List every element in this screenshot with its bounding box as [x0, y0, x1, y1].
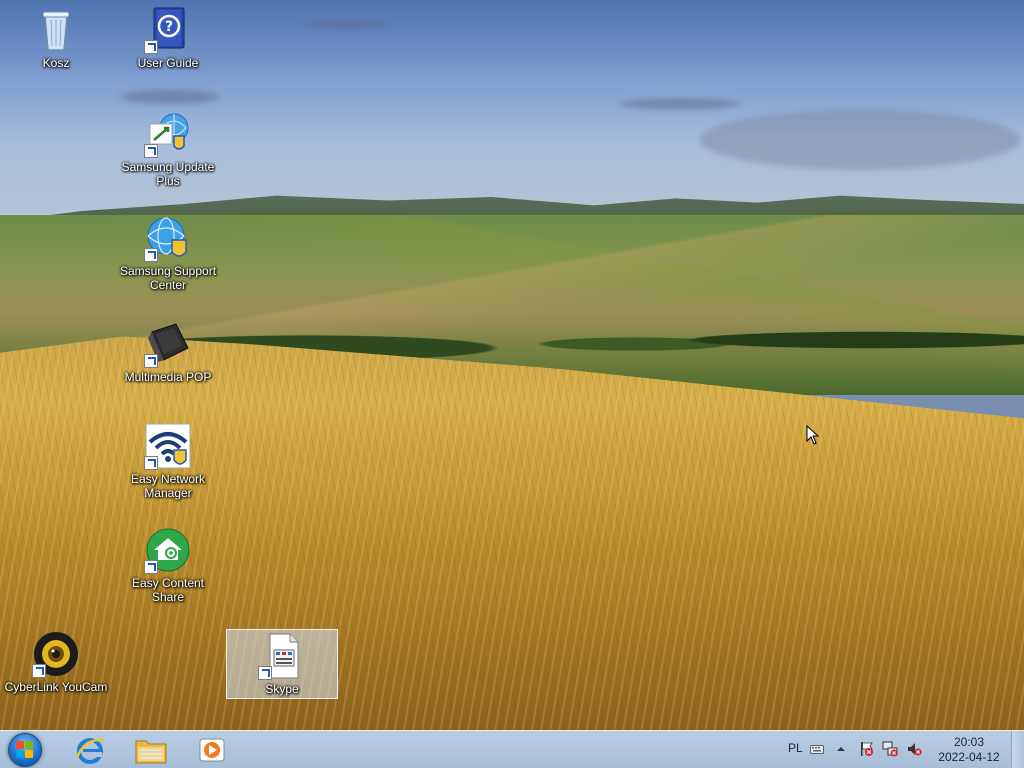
shortcut-arrow-icon — [144, 248, 158, 262]
show-hidden-icons-icon[interactable] — [836, 744, 846, 754]
desktop-icon-skype[interactable]: Skype — [226, 629, 338, 699]
taskbar-media-player[interactable] — [188, 733, 236, 767]
taskbar-clock[interactable]: 20:03 2022-04-12 — [928, 735, 1010, 765]
desktop-icon-user-guide[interactable]: ? User Guide — [116, 6, 220, 70]
wallpaper-cloud — [300, 20, 390, 28]
network-icon[interactable] — [882, 741, 898, 757]
show-desktop-button[interactable] — [1011, 731, 1024, 768]
shortcut-arrow-icon — [144, 560, 158, 574]
desktop-icon-label: Kosz — [42, 56, 70, 70]
desktop-icon-label: Multimedia POP — [124, 370, 212, 384]
windows-start-icon — [16, 741, 34, 759]
language-indicator[interactable]: PL — [788, 741, 803, 755]
wallpaper-cloud — [620, 98, 740, 110]
desktop-icon-youcam[interactable]: CyberLink YouCam — [4, 630, 108, 694]
start-button[interactable] — [6, 732, 46, 768]
desktop-icon-network-manager[interactable]: Easy Network Manager — [116, 422, 220, 500]
desktop-icon-recycle-bin[interactable]: Kosz — [4, 6, 108, 70]
desktop-icon-label: Samsung Update Plus — [121, 160, 215, 188]
desktop-icon-samsung-support[interactable]: Samsung Support Center — [116, 214, 220, 292]
wallpaper-cloud — [120, 90, 220, 104]
desktop-icon-label: Easy Content Share — [131, 576, 205, 604]
samsung-update-icon — [144, 110, 192, 158]
desktop-icon-content-share[interactable]: Easy Content Share — [116, 526, 220, 604]
desktop-icon-multimedia-pop[interactable]: Multimedia POP — [116, 320, 220, 384]
user-guide-icon: ? — [144, 6, 192, 54]
action-center-flag-icon[interactable] — [858, 741, 874, 757]
samsung-support-icon — [144, 214, 192, 262]
skype-file-icon — [258, 632, 306, 680]
webcam-icon — [32, 630, 80, 678]
shortcut-arrow-icon — [258, 666, 272, 680]
desktop-icon-label: User Guide — [137, 56, 199, 70]
desktop-icon-label: Samsung Support Center — [119, 264, 217, 292]
keyboard-icon[interactable] — [810, 743, 824, 755]
mouse-cursor-icon — [806, 425, 820, 445]
taskbar-internet-explorer[interactable] — [66, 733, 114, 767]
desktop-icon-label: Easy Network Manager — [130, 472, 206, 500]
volume-muted-icon[interactable] — [906, 741, 922, 757]
taskbar-file-explorer[interactable] — [127, 733, 175, 767]
desktop-icon-label: Skype — [265, 682, 299, 696]
folder-icon — [135, 740, 167, 764]
multimedia-pop-icon — [144, 320, 192, 368]
shortcut-arrow-icon — [32, 664, 46, 678]
content-share-icon — [144, 526, 192, 574]
shortcut-arrow-icon — [144, 354, 158, 368]
network-manager-icon — [144, 422, 192, 470]
taskbar: PL 20:03 2022-04-12 — [0, 730, 1024, 768]
shortcut-arrow-icon — [144, 40, 158, 54]
media-player-icon — [199, 738, 225, 762]
svg-text:?: ? — [165, 19, 173, 35]
shortcut-arrow-icon — [144, 456, 158, 470]
clock-time: 20:03 — [953, 735, 985, 749]
internet-explorer-icon — [75, 738, 105, 764]
desktop-icon-label: CyberLink YouCam — [4, 680, 108, 694]
wallpaper-cloud — [700, 110, 1020, 170]
recycle-bin-icon — [32, 6, 80, 54]
clock-date: 2022-04-12 — [938, 750, 1000, 764]
desktop-icon-samsung-update[interactable]: Samsung Update Plus — [116, 110, 220, 188]
shortcut-arrow-icon — [144, 144, 158, 158]
